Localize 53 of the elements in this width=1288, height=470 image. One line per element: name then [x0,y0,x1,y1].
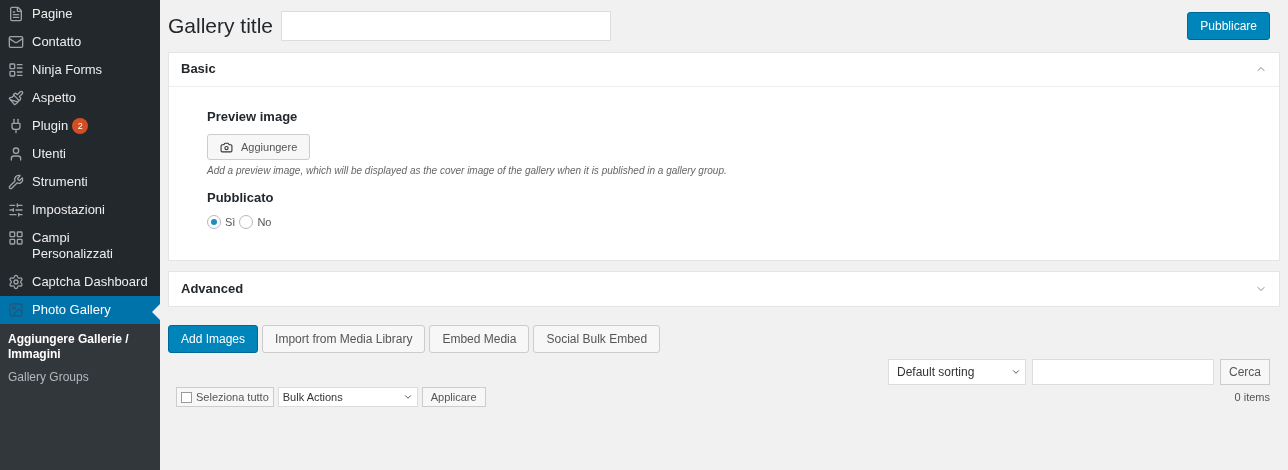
media-button[interactable]: Social Bulk Embed [533,325,661,353]
gear-icon [8,274,24,290]
item-count: 0 items [1234,389,1270,405]
sidebar-item[interactable]: Campi Personalizzati [0,224,160,268]
sidebar-item[interactable]: Captcha Dashboard [0,268,160,296]
sidebar-item[interactable]: Plugin 2 [0,112,160,140]
sidebar-item[interactable]: Strumenti [0,168,160,196]
user-icon [8,146,24,162]
radio-button[interactable] [207,214,221,229]
field-label: Preview image [207,107,298,126]
media-button[interactable]: Add Images [168,325,259,353]
radio-option[interactable]: Sì [207,213,236,230]
media-button[interactable]: Import from Media Library [262,325,426,353]
help-text: Add a preview image, which will be displayed as the cover image of the gallery when it is published in a gallery group. [207,164,727,178]
select-all-button[interactable]: Seleziona tutto [176,387,274,407]
title-field[interactable] [281,10,612,41]
plug-icon [8,118,24,134]
apply-button[interactable]: Applicare [421,387,486,407]
sidebar-item[interactable]: Photo Gallery [0,296,160,324]
dropdown-caret-icon [1011,367,1021,377]
page-title: Gallery title [168,13,274,39]
panel-header[interactable]: Advanced [169,272,1279,306]
sorting-dropdown[interactable]: Default sorting [888,359,1026,385]
field-label: Pubblicato [207,189,274,207]
brush-icon [8,90,24,106]
page-icon [8,6,24,22]
publish-button[interactable]: Pubblicare [1187,11,1270,40]
sidebar-item[interactable]: Impostazioni [0,196,160,224]
sliders-icon [8,202,24,218]
submenu-item[interactable]: Gallery Groups [0,366,160,389]
sidebar-item[interactable]: Utenti [0,140,160,168]
sidebar-item[interactable]: Contatto [0,28,160,56]
grid-icon [8,230,24,246]
wrench-icon [8,174,24,190]
checkbox[interactable] [181,391,192,403]
sidebar-item[interactable]: Ninja Forms [0,56,160,84]
update-count-badge: 2 [72,118,89,134]
search-field[interactable] [1032,359,1214,385]
sidebar-item[interactable]: Aspetto [0,84,160,112]
camera-icon [220,140,233,154]
add-image-button[interactable]: Aggiungere [207,134,311,160]
submenu-item[interactable]: Aggiungere Gallerie / Immagini [0,328,160,366]
form-icon [8,62,24,78]
image-icon [8,302,24,318]
radio-button[interactable] [239,214,254,229]
media-button[interactable]: Embed Media [429,325,530,353]
panel-header[interactable]: Basic [169,52,1279,87]
sidebar-item[interactable]: Pagine [0,0,160,28]
search-button[interactable]: Cerca [1220,359,1270,385]
envelope-icon [8,34,24,50]
dropdown-caret-icon [402,392,413,402]
bulk-actions-dropdown[interactable]: Bulk Actions [277,387,418,407]
radio-option[interactable]: No [239,213,272,230]
